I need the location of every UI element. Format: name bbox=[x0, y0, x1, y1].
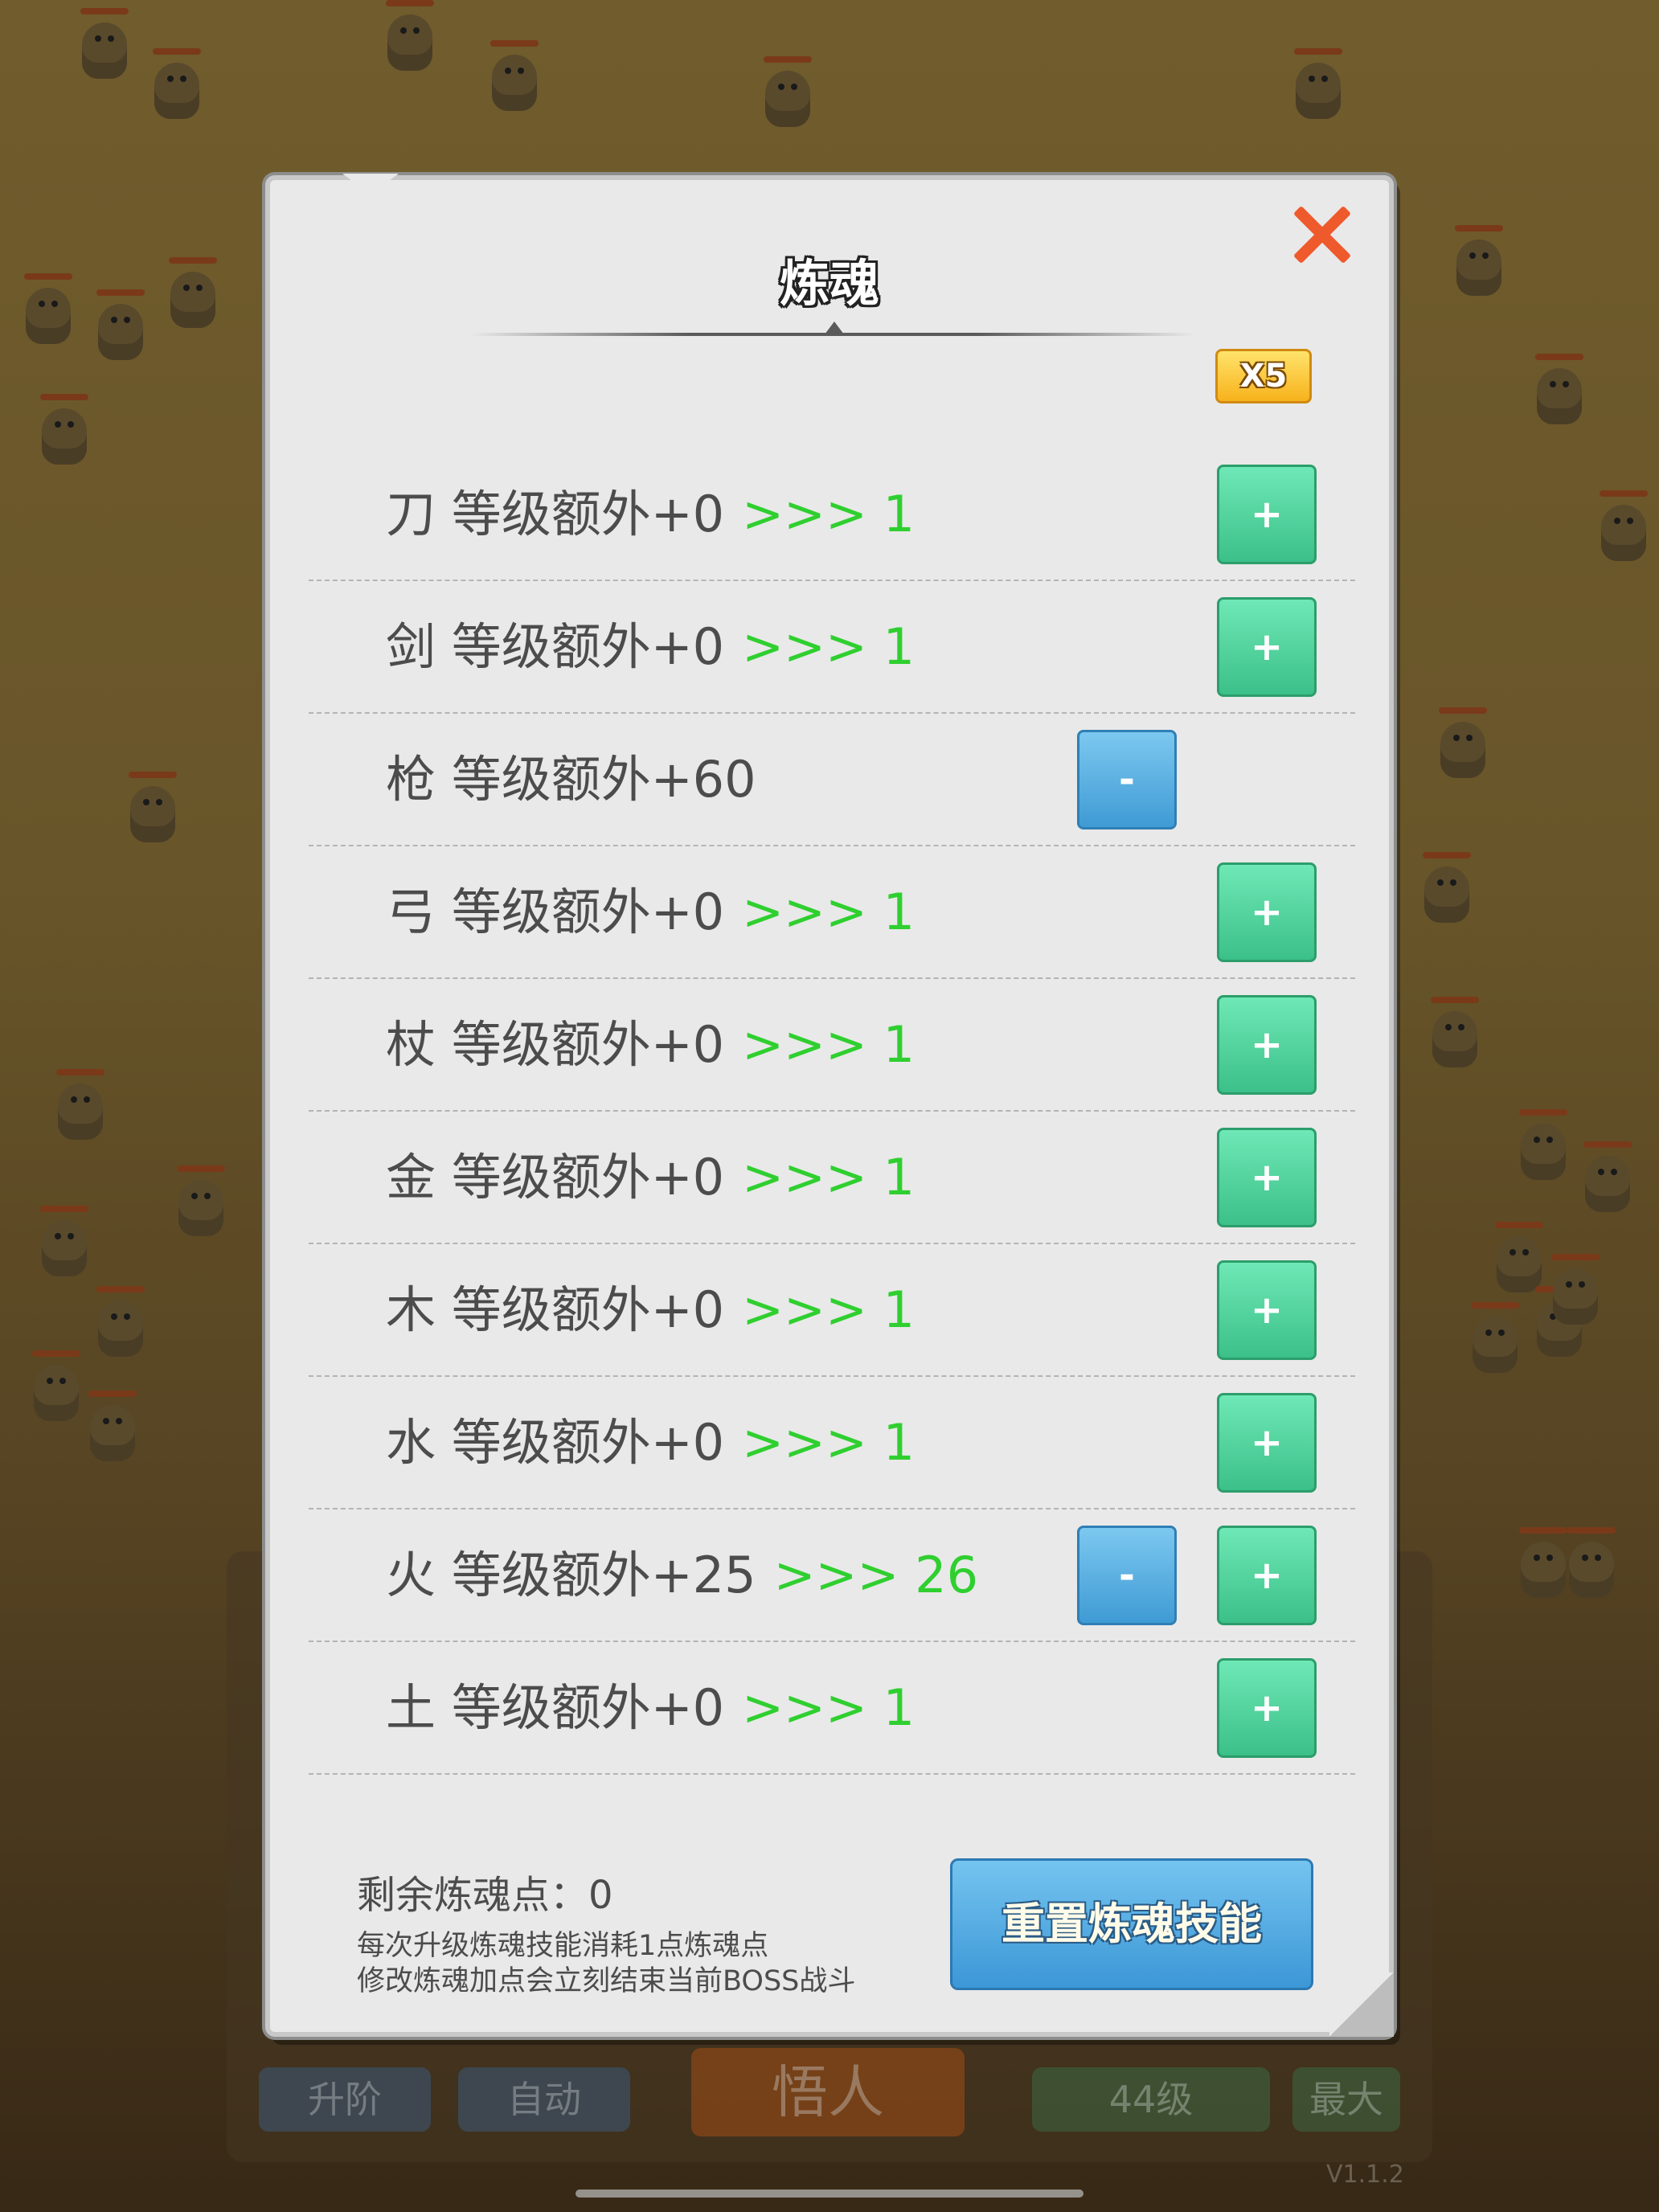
skill-level-text: 枪 等级额外+60 bbox=[386, 750, 756, 809]
increase-button[interactable]: + bbox=[1217, 1658, 1317, 1758]
dialog-title: 炼魂 bbox=[779, 254, 879, 313]
title-divider-arrow bbox=[825, 322, 844, 334]
skill-next-level: >>> 1 bbox=[742, 1678, 916, 1737]
minion-sprite bbox=[1447, 225, 1511, 305]
skill-next-level: >>> 1 bbox=[742, 1015, 916, 1074]
minion-sprite bbox=[1423, 997, 1487, 1077]
multiplier-button[interactable]: X5 bbox=[1215, 349, 1312, 403]
minion-sprite bbox=[1286, 48, 1350, 129]
hero-name-button: 悟人 bbox=[691, 2048, 965, 2136]
soul-refine-dialog: 炼魂 X5 刀 等级额外+0 >>> 1 + 剑 等级额外+0 >>> 1 + 枪 等级额外… bbox=[265, 174, 1394, 2037]
increase-button[interactable]: + bbox=[1217, 1393, 1317, 1493]
increase-button[interactable]: + bbox=[1217, 862, 1317, 962]
minion-sprite bbox=[24, 1350, 88, 1431]
level-stepper: 44级 bbox=[1032, 2067, 1270, 2132]
increase-button[interactable]: + bbox=[1217, 597, 1317, 697]
skill-row: 刀 等级额外+0 >>> 1 + bbox=[309, 449, 1355, 581]
skill-row: 水 等级额外+0 >>> 1 + bbox=[309, 1377, 1355, 1509]
skill-row: 枪 等级额外+60 - bbox=[309, 714, 1355, 846]
skill-level-text: 土 等级额外+0 bbox=[386, 1678, 725, 1737]
minion-sprite bbox=[121, 772, 185, 852]
minion-sprite bbox=[1511, 1109, 1575, 1190]
skill-level-text: 杖 等级额外+0 bbox=[386, 1015, 725, 1074]
minion-sprite bbox=[48, 1069, 113, 1149]
skill-row-label: 火 等级额外+25 >>> 26 bbox=[386, 1509, 978, 1641]
minion-sprite bbox=[145, 48, 209, 129]
close-icon[interactable] bbox=[1289, 203, 1354, 267]
skill-row-label: 木 等级额外+0 >>> 1 bbox=[386, 1244, 915, 1375]
skill-next-level: >>> 1 bbox=[742, 485, 916, 543]
skill-row-label: 金 等级额外+0 >>> 1 bbox=[386, 1112, 915, 1243]
skill-next-level: >>> 1 bbox=[742, 617, 916, 676]
skill-row: 剑 等级额外+0 >>> 1 + bbox=[309, 581, 1355, 714]
minion-sprite bbox=[482, 40, 547, 121]
skill-level-text: 刀 等级额外+0 bbox=[386, 485, 725, 543]
skill-row: 土 等级额外+0 >>> 1 + bbox=[309, 1642, 1355, 1775]
minion-sprite bbox=[32, 1206, 96, 1286]
skill-row-label: 杖 等级额外+0 >>> 1 bbox=[386, 979, 915, 1110]
skill-row-label: 土 等级额外+0 >>> 1 bbox=[386, 1642, 915, 1773]
skill-row-label: 弓 等级额外+0 >>> 1 bbox=[386, 846, 915, 977]
increase-button[interactable]: + bbox=[1217, 465, 1317, 564]
minion-sprite bbox=[1575, 1141, 1640, 1222]
minion-sprite bbox=[1559, 1527, 1624, 1608]
increase-button[interactable]: + bbox=[1217, 995, 1317, 1095]
skill-level-text: 木 等级额外+0 bbox=[386, 1280, 725, 1339]
skill-next-level: >>> 1 bbox=[742, 1280, 916, 1339]
minion-sprite bbox=[1527, 354, 1591, 434]
skill-next-level: >>> 1 bbox=[742, 883, 916, 941]
version-label: V1.1.2 bbox=[1326, 2161, 1404, 2189]
increase-button[interactable]: + bbox=[1217, 1526, 1317, 1625]
minion-sprite bbox=[88, 289, 153, 370]
minion-sprite bbox=[1415, 852, 1479, 932]
minion-sprite bbox=[80, 1391, 145, 1471]
skill-next-level: >>> 26 bbox=[773, 1546, 979, 1604]
increase-button[interactable]: + bbox=[1217, 1260, 1317, 1360]
upgrade-rank-button: 升阶 bbox=[259, 2067, 431, 2132]
page-curl bbox=[1329, 1972, 1394, 2037]
skill-row: 杖 等级额外+0 >>> 1 + bbox=[309, 979, 1355, 1112]
remaining-points: 剩余炼魂点：0 bbox=[357, 1873, 613, 1918]
minion-sprite bbox=[16, 273, 80, 354]
minion-sprite bbox=[1463, 1302, 1527, 1382]
decrease-button[interactable]: - bbox=[1077, 1526, 1177, 1625]
skill-row: 木 等级额外+0 >>> 1 + bbox=[309, 1244, 1355, 1377]
minion-sprite bbox=[88, 1286, 153, 1366]
skill-row: 火 等级额外+25 >>> 26 - + bbox=[309, 1509, 1355, 1642]
skill-level-text: 火 等级额外+25 bbox=[386, 1546, 756, 1604]
skill-level-text: 水 等级额外+0 bbox=[386, 1413, 725, 1472]
minion-sprite bbox=[1591, 490, 1656, 571]
minion-sprite bbox=[378, 0, 442, 80]
minion-sprite bbox=[756, 56, 820, 137]
reset-skills-button[interactable]: 重置炼魂技能 bbox=[950, 1858, 1313, 1990]
decrease-button[interactable]: - bbox=[1077, 730, 1177, 830]
skill-row-label: 水 等级额外+0 >>> 1 bbox=[386, 1377, 915, 1508]
skill-level-text: 剑 等级额外+0 bbox=[386, 617, 725, 676]
boss-warning-note: 修改炼魂加点会立刻结束当前BOSS战斗 bbox=[357, 1965, 856, 1997]
skill-row-label: 剑 等级额外+0 >>> 1 bbox=[386, 581, 915, 712]
skill-row-label: 刀 等级额外+0 >>> 1 bbox=[386, 449, 915, 580]
skill-row: 弓 等级额外+0 >>> 1 + bbox=[309, 846, 1355, 979]
dialog-notch bbox=[342, 174, 399, 195]
max-button: 最大 bbox=[1292, 2067, 1400, 2132]
minion-sprite bbox=[32, 394, 96, 474]
minion-sprite bbox=[161, 257, 225, 338]
skill-next-level: >>> 1 bbox=[742, 1148, 916, 1206]
home-indicator[interactable] bbox=[576, 2189, 1083, 2198]
minion-sprite bbox=[1431, 707, 1495, 788]
minion-sprite bbox=[1543, 1254, 1608, 1334]
minion-sprite bbox=[72, 8, 137, 88]
skill-row: 金 等级额外+0 >>> 1 + bbox=[309, 1112, 1355, 1244]
minion-sprite bbox=[169, 1165, 233, 1246]
skill-next-level: >>> 1 bbox=[742, 1413, 916, 1472]
skill-list: 刀 等级额外+0 >>> 1 + 剑 等级额外+0 >>> 1 + 枪 等级额外+60 - 弓 … bbox=[309, 449, 1355, 1775]
auto-button: 自动 bbox=[458, 2067, 630, 2132]
skill-row-label: 枪 等级额外+60 bbox=[386, 714, 756, 845]
skill-level-text: 金 等级额外+0 bbox=[386, 1148, 725, 1206]
increase-button[interactable]: + bbox=[1217, 1128, 1317, 1227]
skill-level-text: 弓 等级额外+0 bbox=[386, 883, 725, 941]
